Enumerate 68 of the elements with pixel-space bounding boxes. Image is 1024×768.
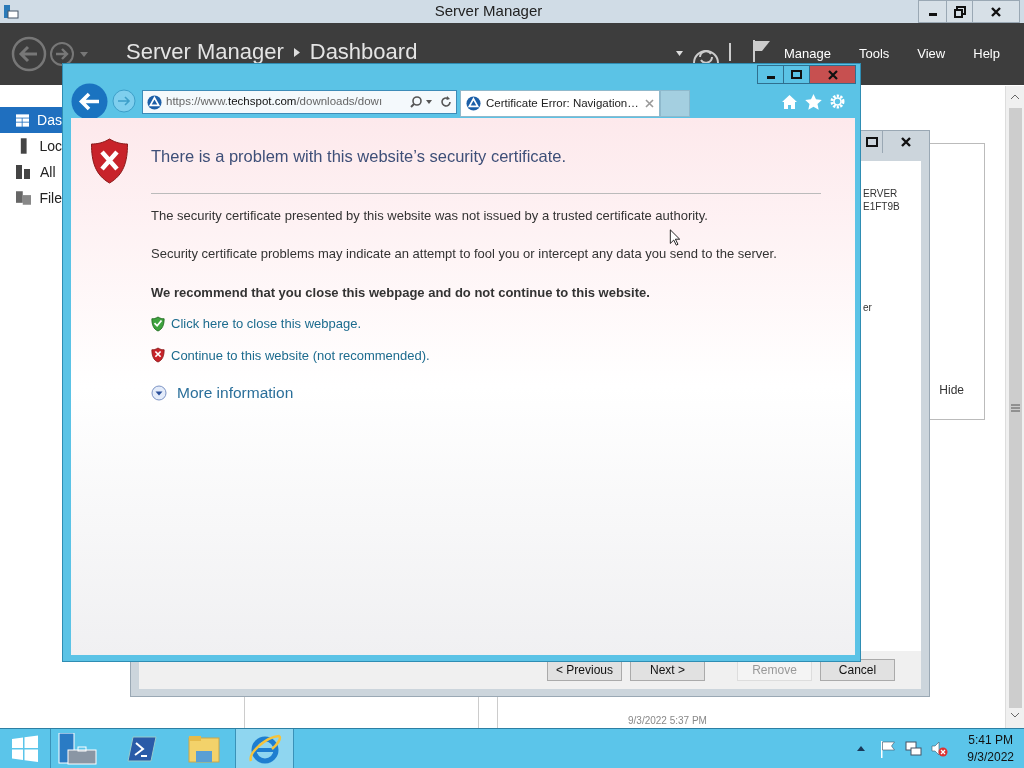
sidebar-item[interactable]: Loc	[0, 133, 62, 159]
dashboard-icon	[16, 112, 30, 128]
forward-icon[interactable]	[49, 41, 75, 67]
cursor-icon	[669, 229, 681, 246]
url-text: https://www.techspot.com/downloads/dowı	[166, 94, 384, 110]
hide-link[interactable]: Hide	[939, 381, 964, 399]
sidebar-item[interactable]: Das	[0, 107, 62, 133]
close-icon	[990, 5, 1002, 18]
clock-time[interactable]: 5:41 PM	[968, 731, 1013, 749]
back-icon[interactable]	[11, 36, 47, 72]
paragraph: Security certificate problems may indicate an attempt to fool you or intercept any data you send to the server.	[151, 245, 778, 263]
refresh-icon[interactable]	[440, 96, 452, 108]
minimize-icon	[928, 13, 937, 16]
close-tab-icon[interactable]	[645, 99, 654, 108]
browser-icon[interactable]	[235, 729, 294, 768]
grip-icon	[1010, 404, 1020, 412]
shield-error-icon	[151, 347, 165, 364]
close-button[interactable]	[973, 1, 1019, 22]
restore-button[interactable]	[947, 1, 973, 22]
menu-item[interactable]: Help	[973, 46, 1000, 61]
search-icon[interactable]	[410, 96, 422, 108]
link[interactable]: Click here to close this webpage.	[171, 314, 362, 334]
shield-check-icon	[151, 315, 165, 332]
breadcrumb: Server Manager Dashboard	[126, 42, 418, 62]
servers-icon	[16, 165, 32, 179]
chevron-icon	[293, 47, 300, 57]
windows-logo-icon	[11, 734, 39, 763]
close-icon	[827, 69, 838, 80]
minimize-icon	[766, 76, 775, 79]
file-storage-icon	[16, 191, 32, 205]
speaker-muted-icon[interactable]	[931, 740, 949, 757]
browser-tab[interactable]: Certificate Error: Navigation…	[460, 90, 660, 117]
expand-icon[interactable]	[151, 384, 167, 401]
shield-error-icon	[90, 138, 129, 184]
window-title: Server Manager	[434, 1, 543, 22]
minimize-button[interactable]	[919, 1, 947, 22]
sidebar-item[interactable]: File	[0, 185, 62, 211]
caret-icon[interactable]	[426, 100, 432, 104]
network-icon[interactable]	[905, 740, 923, 757]
wizard-text: E1FT9B	[863, 200, 901, 213]
flag-icon[interactable]	[752, 40, 770, 62]
close-icon	[900, 136, 912, 148]
maximize-icon	[865, 137, 878, 147]
wizard-text: er	[863, 301, 873, 314]
more-information-link[interactable]: More information	[177, 381, 294, 405]
menu-item[interactable]: Manage	[783, 46, 831, 61]
recommendation: We recommend that you close this webpage and do not continue to this website.	[151, 284, 651, 302]
error-heading: There is a problem with this website’s security certificate.	[151, 146, 568, 167]
menu-item[interactable]: Tools	[858, 46, 890, 61]
restore-icon	[953, 5, 966, 18]
sidebar-item[interactable]: All	[0, 159, 62, 185]
wizard-text: ERVER	[863, 187, 899, 200]
wizard-button[interactable]: Cancel	[820, 659, 895, 681]
back-icon[interactable]	[71, 82, 108, 120]
show-hidden-icon[interactable]	[857, 746, 866, 751]
paragraph: The security certificate presented by this website was not issued by a trusted certificate authority.	[151, 207, 709, 225]
menu-item[interactable]: View	[917, 46, 946, 61]
maximize-icon	[791, 70, 802, 79]
link[interactable]: Continue to this website (not recommended).	[171, 345, 430, 365]
timestamp: 9/3/2022 5:37 PM	[628, 715, 707, 727]
site-icon	[466, 96, 481, 111]
address-bar[interactable]: https://www.techspot.com/downloads/dowı	[142, 90, 457, 114]
caret-icon[interactable]	[676, 51, 683, 56]
site-icon	[147, 94, 162, 110]
app-icon	[3, 3, 19, 20]
scrollbar[interactable]	[1005, 86, 1024, 728]
flag-icon[interactable]	[880, 739, 897, 758]
clock-date[interactable]: 9/3/2022	[967, 748, 1014, 766]
